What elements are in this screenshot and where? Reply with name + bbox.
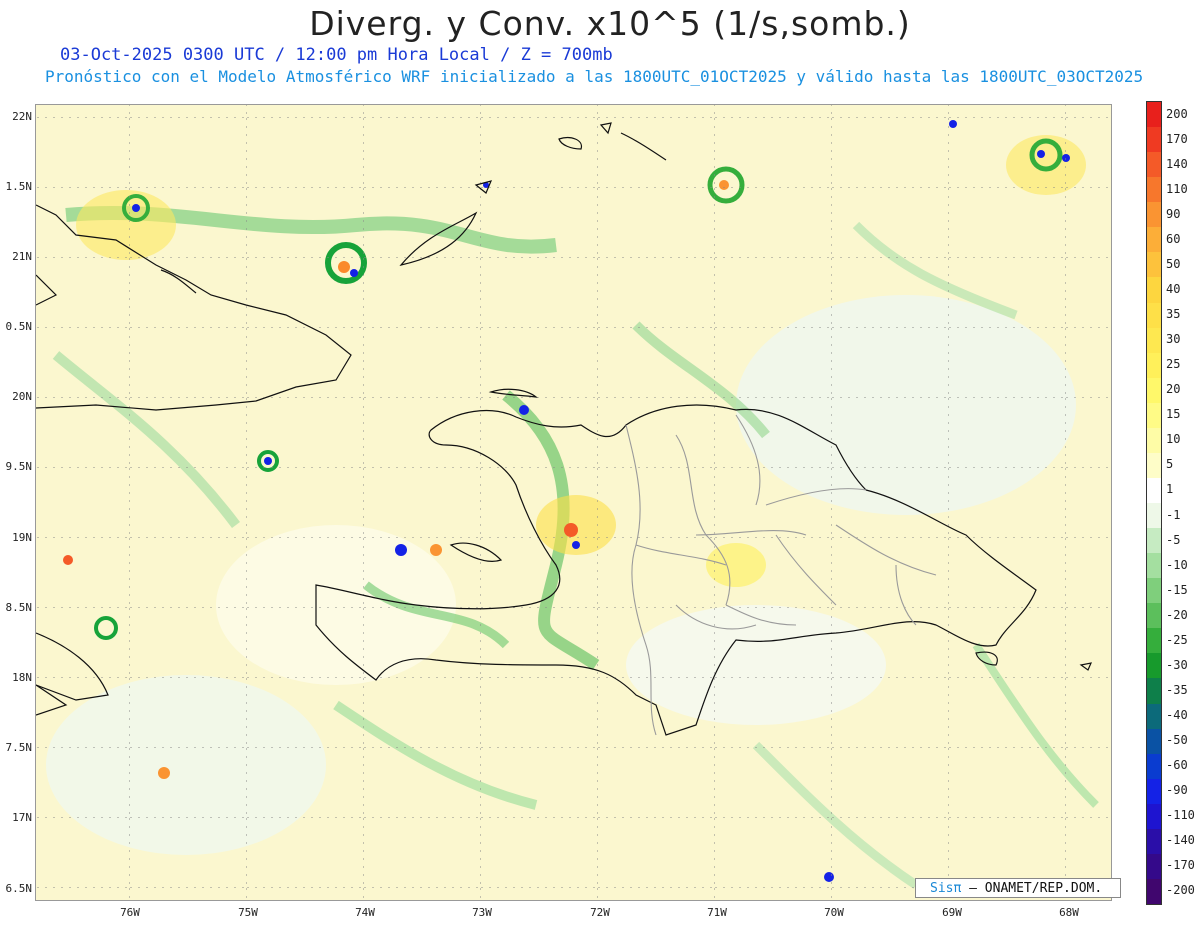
colorbar-label: -5 [1166,532,1181,547]
colorbar-segment [1147,477,1161,503]
colorbar [1146,101,1162,905]
lon-label: 75W [238,906,258,919]
colorbar-segment [1147,277,1161,303]
colorbar-segment [1147,102,1161,128]
colorbar-label: -110 [1166,808,1195,823]
colorbar-segment [1147,803,1161,829]
colorbar-label: -1 [1166,507,1181,522]
colorbar-segment [1147,152,1161,178]
colorbar-label: 50 [1166,256,1181,271]
colorbar-label: 30 [1166,332,1181,347]
lat-label: 18N [12,671,32,684]
colorbar-label: 1 [1166,482,1174,497]
colorbar-segment [1147,878,1161,904]
colorbar-label: 200 [1166,106,1188,121]
colorbar-label: -200 [1166,883,1195,898]
colorbar-segment [1147,528,1161,554]
colorbar-label: 5 [1166,457,1174,472]
colorbar-segment [1147,503,1161,529]
colorbar-segment [1147,352,1161,378]
colorbar-segment [1147,127,1161,153]
colorbar-label: -140 [1166,833,1195,848]
colorbar-label: 140 [1166,156,1188,171]
credit-text: – ONAMET/REP.DOM. [969,881,1103,896]
colorbar-segment [1147,202,1161,228]
lon-label: 73W [472,906,492,919]
colorbar-segment [1147,553,1161,579]
colorbar-segment [1147,452,1161,478]
colorbar-label: -15 [1166,582,1188,597]
colorbar-segment [1147,302,1161,328]
colorbar-segment [1147,402,1161,428]
colorbar-segment [1147,853,1161,879]
colorbar-label: -40 [1166,708,1188,723]
lat-label: 17N [12,811,32,824]
colorbar-segment [1147,728,1161,754]
colorbar-label: 20 [1166,382,1181,397]
lat-label: 0.5N [5,320,33,333]
colorbar-label: -30 [1166,657,1188,672]
colorbar-label: 170 [1166,131,1188,146]
colorbar-label: -90 [1166,783,1188,798]
colorbar-segment [1147,377,1161,403]
lon-label: 70W [824,906,844,919]
colorbar-segment [1147,578,1161,604]
map-canvas [36,105,1111,900]
colorbar-label: -170 [1166,858,1195,873]
colorbar-label: -20 [1166,607,1188,622]
lon-label: 71W [707,906,727,919]
lat-label: 19N [12,531,32,544]
lat-label: 8.5N [5,601,33,614]
lat-lon-grid [36,105,1111,900]
colorbar-segment [1147,327,1161,353]
colorbar-label: -50 [1166,733,1188,748]
colorbar-label: -25 [1166,632,1188,647]
lon-label: 74W [355,906,375,919]
lat-label: 20N [12,390,32,403]
colorbar-segment [1147,778,1161,804]
lat-label: 9.5N [5,460,33,473]
lon-label: 72W [590,906,610,919]
map-title: Diverg. y Conv. x10^5 (1/s,somb.) [309,4,911,43]
lat-label: 7.5N [5,741,33,754]
colorbar-segment [1147,703,1161,729]
colorbar-segment [1147,628,1161,654]
colorbar-label: 10 [1166,432,1181,447]
colorbar-segment [1147,603,1161,629]
lat-label: 22N [12,110,32,123]
colorbar-label: -60 [1166,758,1188,773]
colorbar-label: -10 [1166,557,1188,572]
colorbar-label: 110 [1166,181,1188,196]
colorbar-segment [1147,227,1161,253]
colorbar-segment [1147,678,1161,704]
colorbar-label: -35 [1166,682,1188,697]
colorbar-segment [1147,753,1161,779]
colorbar-label: 90 [1166,206,1181,221]
sispi-logo-text: Sisπ [930,881,962,896]
lon-label: 69W [942,906,962,919]
colorbar-segment [1147,177,1161,203]
forecast-time-subtitle: 03-Oct-2025 0300 UTC / 12:00 pm Hora Loc… [60,45,613,65]
colorbar-label: 25 [1166,357,1181,372]
model-subtitle: Pronóstico con el Modelo Atmosférico WRF… [45,67,1144,86]
colorbar-segment [1147,828,1161,854]
colorbar-label: 35 [1166,307,1181,322]
colorbar-segment [1147,427,1161,453]
colorbar-label: 60 [1166,231,1181,246]
lon-label: 76W [120,906,140,919]
lon-label: 68W [1059,906,1079,919]
colorbar-segment [1147,252,1161,278]
colorbar-label: 15 [1166,407,1181,422]
lat-label: 21N [12,250,32,263]
colorbar-segment [1147,653,1161,679]
credit-box: Sisπ – ONAMET/REP.DOM. [915,878,1121,898]
lat-label: 6.5N [5,882,33,895]
divergence-map [35,104,1112,901]
colorbar-label: 40 [1166,281,1181,296]
lat-label: 1.5N [5,180,33,193]
